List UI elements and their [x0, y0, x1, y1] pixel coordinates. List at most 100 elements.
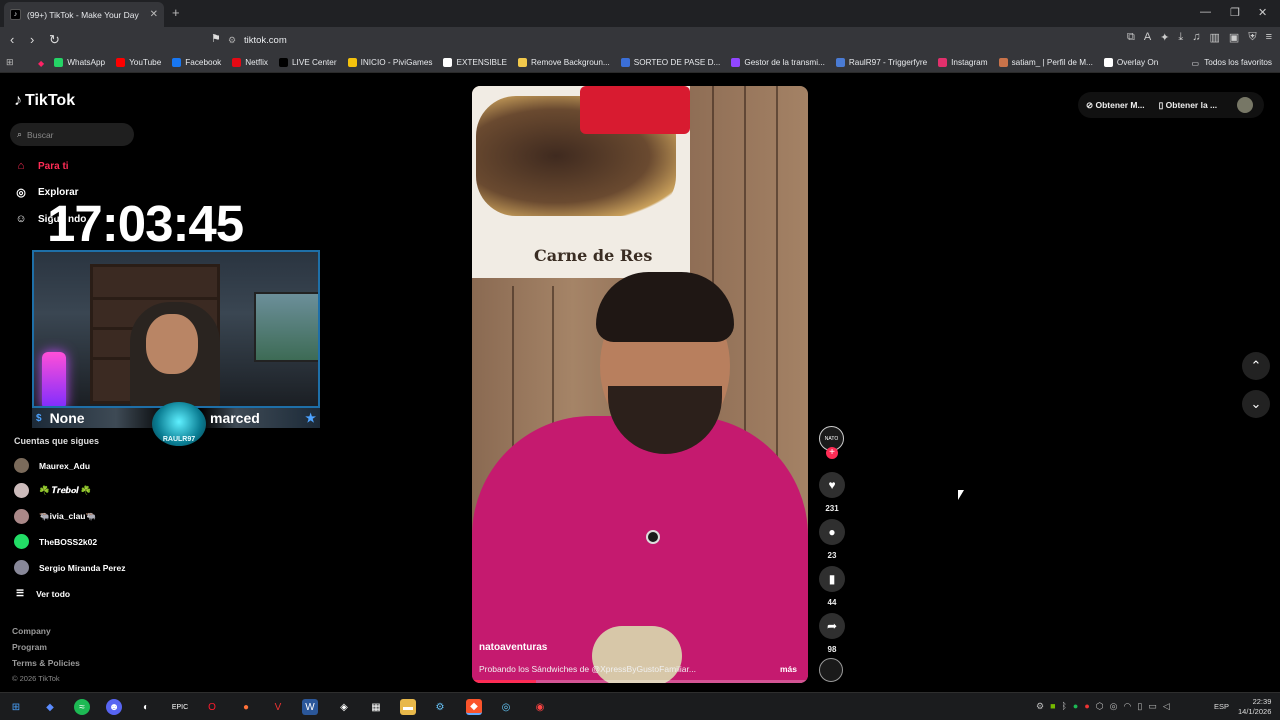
language-indicator[interactable]: ESP: [1214, 702, 1229, 711]
bookmark-item[interactable]: Facebook: [172, 58, 221, 67]
reload-icon[interactable]: ↻: [49, 32, 60, 48]
bookmark-item[interactable]: YouTube: [116, 58, 161, 67]
bookmark-item[interactable]: satiam_ | Perfil de M...: [998, 58, 1093, 67]
bookmark-item[interactable]: Remove Backgroun...: [518, 58, 610, 67]
extensions-icon[interactable]: ⧉: [1127, 31, 1135, 44]
all-favorites-button[interactable]: ▭ Todos los favoritos: [1191, 58, 1272, 68]
bookmark-item[interactable]: SORTEO DE PASE D...: [620, 58, 720, 67]
app-tray-icon[interactable]: ⬡: [1096, 701, 1104, 712]
video-author[interactable]: natoaventuras: [479, 642, 547, 653]
search-input[interactable]: ⌕ Buscar: [10, 123, 134, 146]
close-window-icon[interactable]: ✕: [1258, 6, 1267, 19]
sidebar-icon[interactable]: ▥: [1210, 31, 1220, 44]
media-icon[interactable]: ♫: [1192, 31, 1200, 44]
app-icon[interactable]: ◈: [336, 699, 352, 715]
share-button[interactable]: ➦ 98: [818, 613, 846, 654]
wifi-tray-icon[interactable]: ◠: [1124, 701, 1132, 712]
vpn-icon[interactable]: ⛨: [1248, 31, 1256, 44]
windows-start-icon[interactable]: ⊞: [8, 699, 24, 715]
footer-company[interactable]: Company: [12, 626, 51, 636]
forward-icon[interactable]: ›: [30, 32, 34, 47]
puzzle-icon[interactable]: ✦: [1160, 31, 1169, 44]
video-progress[interactable]: [472, 680, 808, 683]
following-name: Maurex_Adu: [39, 460, 91, 471]
following-item[interactable]: Maurex_Adu: [14, 458, 90, 473]
following-item[interactable]: TheBOSS2k02: [14, 534, 97, 549]
music-disc-icon[interactable]: [819, 658, 843, 682]
save-button[interactable]: ▮ 44: [818, 566, 846, 607]
comment-button[interactable]: ● 23: [818, 519, 846, 560]
bookmark-favicon-icon: [54, 58, 64, 67]
footer-terms[interactable]: Terms & Policies: [12, 658, 80, 668]
more-button[interactable]: más: [780, 664, 797, 674]
settings-tray-icon[interactable]: ⚙: [1036, 701, 1044, 712]
tiktok-logo[interactable]: ♪ TikTok: [14, 92, 75, 110]
volume-icon[interactable]: ◁: [1163, 701, 1170, 712]
nav-for-you[interactable]: ⌂ Para ti: [13, 158, 69, 174]
footer-program[interactable]: Program: [12, 642, 47, 652]
brave-rewards-icon[interactable]: ◆: [38, 58, 44, 68]
opera-icon[interactable]: O: [204, 699, 220, 715]
firefox-icon[interactable]: ●: [238, 699, 254, 715]
epic-games-icon[interactable]: EPIC: [172, 699, 188, 715]
profile-avatar[interactable]: [1237, 97, 1254, 113]
bookmark-item[interactable]: INICIO - PiviGames: [347, 58, 432, 67]
minimize-icon[interactable]: —: [1200, 6, 1211, 18]
like-button[interactable]: ♥ 231: [818, 472, 846, 513]
next-video-button[interactable]: ⌄: [1242, 390, 1270, 418]
get-app-button[interactable]: ▯ Obtener la ...: [1159, 100, 1218, 111]
wallet-icon[interactable]: ▣: [1229, 31, 1239, 44]
spotify-tray-icon[interactable]: ●: [1073, 701, 1078, 712]
browser-tab[interactable]: ♪ (99+) TikTok - Make Your Day ✕: [4, 2, 164, 27]
back-icon[interactable]: ‹: [10, 32, 14, 47]
menu-icon[interactable]: ≡: [1266, 31, 1272, 44]
avatar: [14, 534, 29, 549]
bookmark-item[interactable]: LIVE Center: [278, 58, 337, 67]
file-explorer-icon[interactable]: ▬: [400, 699, 416, 715]
address-bar[interactable]: ⚙ tiktok.com: [228, 30, 958, 50]
bookmark-item[interactable]: RaulR97 - Triggerfyre: [835, 58, 927, 67]
following-item[interactable]: Sergio Miranda Perez: [14, 560, 125, 575]
following-item[interactable]: ☘️ 𝑻𝒓𝒆𝒃𝒐𝒍 ☘️: [14, 483, 91, 498]
get-coins-button[interactable]: ⊘ Obtener M...: [1086, 100, 1145, 111]
calculator-icon[interactable]: ▦: [368, 699, 384, 715]
bookmark-item[interactable]: Gestor de la transmi...: [731, 58, 825, 67]
brave-icon[interactable]: ◆: [466, 699, 482, 715]
bookmark-item[interactable]: Overlay On: [1103, 58, 1158, 67]
apps-grid-icon[interactable]: ⊞: [6, 57, 16, 68]
follow-plus-button[interactable]: +: [826, 447, 838, 459]
network-icon[interactable]: ▭: [1148, 701, 1157, 712]
bookmark-item[interactable]: EXTENSIBLE: [443, 58, 507, 67]
close-tab-icon[interactable]: ✕: [150, 9, 158, 20]
mic-tray-icon[interactable]: ●: [1084, 701, 1089, 712]
spotify-icon[interactable]: ≈: [74, 699, 90, 715]
nvidia-tray-icon[interactable]: ■: [1050, 701, 1055, 712]
following-item[interactable]: 🐃ivia_clau🐃: [14, 509, 96, 524]
steam-icon[interactable]: ⚙: [432, 699, 448, 715]
system-clock[interactable]: 22:39 14/1/2026: [1238, 697, 1271, 717]
video-player[interactable]: Carne de Res natoaventuras Probando los …: [472, 86, 808, 683]
discord-icon[interactable]: ☻: [106, 699, 122, 715]
word-icon[interactable]: W: [302, 699, 318, 715]
valorant-icon[interactable]: V: [270, 699, 286, 715]
app-icon[interactable]: ◉: [532, 699, 548, 715]
bookmark-item[interactable]: Instagram: [938, 58, 988, 67]
download-icon[interactable]: ⤓: [1178, 31, 1183, 44]
usb-tray-icon[interactable]: ▯: [1137, 701, 1142, 712]
new-tab-button[interactable]: +: [172, 5, 180, 20]
restore-icon[interactable]: ❐: [1230, 6, 1240, 19]
bookmark-item[interactable]: Netflix: [232, 58, 268, 67]
bookmark-icon[interactable]: ⚑: [211, 32, 221, 45]
app-icon[interactable]: ◆: [42, 699, 58, 715]
previous-video-button[interactable]: ⌃: [1242, 352, 1270, 380]
obs-icon[interactable]: ◐: [138, 699, 154, 715]
see-all-button[interactable]: ☰ Ver todo: [16, 588, 70, 599]
bluetooth-tray-icon[interactable]: ᛒ: [1062, 701, 1067, 712]
bookmark-item[interactable]: WhatsApp: [54, 58, 105, 67]
app-icon[interactable]: ◎: [498, 699, 514, 715]
translate-icon[interactable]: A: [1144, 31, 1151, 44]
site-info-icon[interactable]: ⚙: [228, 35, 244, 46]
all-favorites-label: Todos los favoritos: [1204, 58, 1272, 67]
following-name: 🐃ivia_clau🐃: [39, 511, 97, 521]
steam-tray-icon[interactable]: ◎: [1110, 701, 1118, 712]
